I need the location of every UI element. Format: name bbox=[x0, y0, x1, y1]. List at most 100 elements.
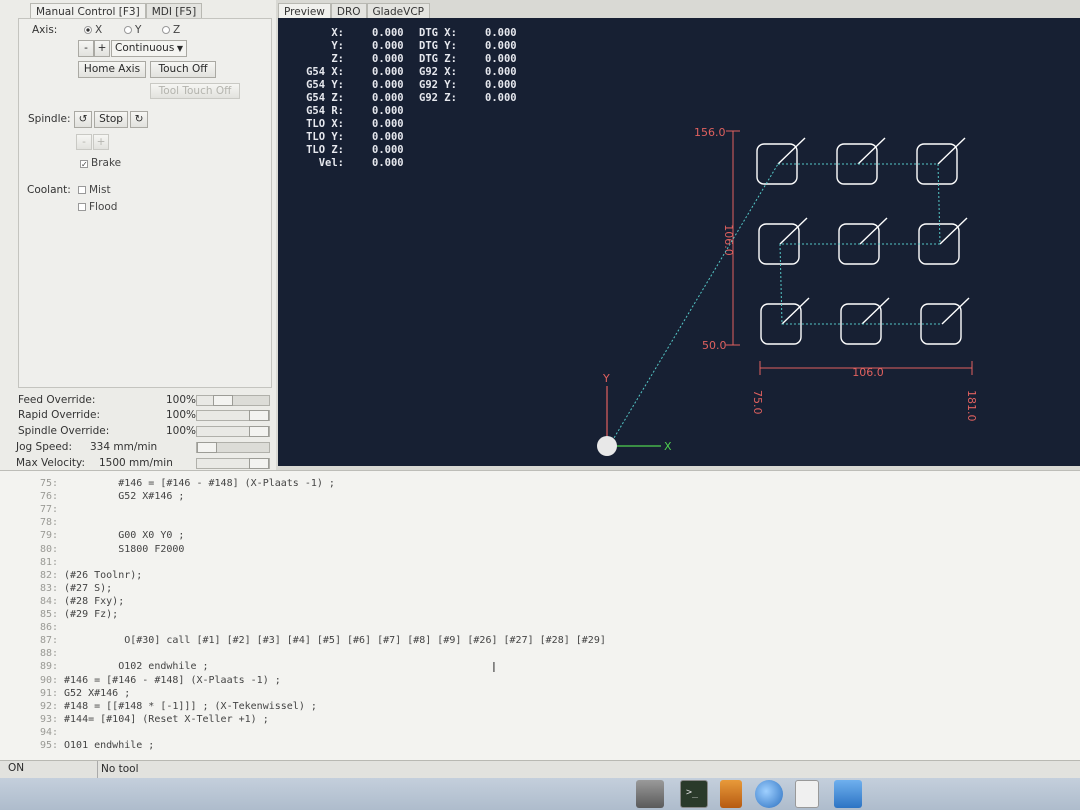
extent-x-min: 75.0 bbox=[751, 390, 764, 415]
spindle-forward-button[interactable]: ↻ bbox=[130, 111, 148, 128]
line-number: 91: bbox=[39, 687, 58, 699]
code-line: 82: (#26 Toolnr); bbox=[0, 569, 142, 582]
override-slider[interactable] bbox=[196, 426, 270, 437]
desktop-taskbar: >_ bbox=[0, 778, 1080, 810]
tool-position-marker bbox=[597, 436, 617, 456]
extent-y-max: 156.0 bbox=[694, 126, 726, 139]
gcode-editor[interactable]: 75: #146 = [#146 - #148] (X-Plaats -1) ;… bbox=[0, 470, 1080, 760]
line-text: (#28 Fxy); bbox=[58, 595, 125, 607]
axis-radio-z[interactable]: Z bbox=[162, 24, 180, 36]
line-number: 78: bbox=[39, 517, 58, 529]
line-number: 81: bbox=[39, 556, 58, 568]
toolpath-preview[interactable]: X: 0.000 Y: 0.000 Z: 0.000 G54 X: 0.000 G54 Y: 0.… bbox=[278, 18, 1080, 466]
code-line: 81: bbox=[0, 556, 58, 569]
line-number: 87: bbox=[39, 635, 58, 647]
pocket-toolpaths bbox=[756, 137, 970, 345]
override-value: 334 mm/min bbox=[90, 441, 158, 453]
line-number: 94: bbox=[39, 726, 58, 738]
line-text: O[#30] call [#1] [#2] [#3] [#4] [#5] [#6… bbox=[58, 635, 606, 647]
axis-radio-x[interactable]: X bbox=[84, 24, 102, 36]
spindle-reverse-button[interactable]: ↺ bbox=[74, 111, 92, 128]
line-number: 88: bbox=[39, 648, 58, 660]
override-slider[interactable] bbox=[196, 442, 270, 453]
axis-radio-y[interactable]: Y bbox=[124, 24, 141, 36]
rotate-cw-icon: ↻ bbox=[134, 113, 144, 125]
code-line: 75: #146 = [#146 - #148] (X-Plaats -1) ; bbox=[0, 477, 335, 490]
extent-x-size: 106.0 bbox=[852, 366, 884, 379]
spindle-stop-button[interactable]: Stop bbox=[94, 111, 128, 128]
line-number: 85: bbox=[39, 609, 58, 620]
slider-handle[interactable] bbox=[197, 442, 217, 453]
code-line: 78: bbox=[0, 516, 58, 529]
line-text: O101 endwhile ; bbox=[58, 740, 155, 751]
slider-handle[interactable] bbox=[249, 426, 269, 437]
override-label: Spindle Override: bbox=[18, 425, 110, 437]
browser-globe-icon[interactable] bbox=[755, 780, 783, 808]
line-text: G00 X0 Y0 ; bbox=[58, 530, 185, 542]
jog-plus-button[interactable]: + bbox=[94, 40, 110, 57]
code-line: 94: bbox=[0, 726, 58, 739]
line-text: #148 = [[#148 * [-1]]] ; (X-Tekenwissel)… bbox=[58, 700, 317, 712]
line-number: 92: bbox=[39, 700, 58, 712]
laptop-icon[interactable] bbox=[636, 780, 664, 808]
spindle-faster-button[interactable]: + bbox=[93, 134, 109, 150]
folder-icon[interactable] bbox=[834, 780, 862, 808]
home-axis-button[interactable]: Home Axis bbox=[78, 61, 146, 78]
line-text: O102 endwhile ; bbox=[58, 661, 209, 673]
text-cursor-icon: I bbox=[492, 661, 496, 676]
line-text: S1800 F2000 bbox=[58, 543, 185, 555]
line-text: (#29 Fz); bbox=[58, 609, 119, 620]
line-number: 82: bbox=[39, 569, 58, 581]
jog-mode-select[interactable]: Continuous ▼ bbox=[111, 40, 187, 57]
line-text: (#26 Toolnr); bbox=[58, 569, 143, 581]
line-text: (#27 S); bbox=[58, 582, 113, 594]
line-number: 89: bbox=[39, 661, 58, 673]
toolpath-canvas: 156.0 50.0 106.0 106.0 75.0 181.0 Y X bbox=[597, 126, 978, 456]
extent-y-min: 50.0 bbox=[702, 339, 727, 352]
override-label: Jog Speed: bbox=[16, 441, 72, 453]
code-line: 85: (#29 Fz); bbox=[0, 608, 118, 621]
terminal-icon[interactable]: >_ bbox=[680, 780, 708, 808]
file-search-icon[interactable] bbox=[795, 780, 819, 808]
dropdown-arrow-icon: ▼ bbox=[176, 44, 183, 53]
code-line: 77: bbox=[0, 503, 58, 516]
tool-touch-off-button[interactable]: Tool Touch Off bbox=[150, 83, 240, 99]
line-number: 80: bbox=[39, 543, 58, 555]
code-line: 89: O102 endwhile ; bbox=[0, 660, 209, 673]
archive-icon[interactable] bbox=[720, 780, 742, 808]
radio-selected-icon bbox=[84, 26, 92, 34]
radio-unselected-icon bbox=[124, 26, 132, 34]
code-line: 93: #144= [#104] (Reset X-Teller +1) ; bbox=[0, 713, 269, 726]
code-line: 90: #146 = [#146 - #148] (X-Plaats -1) ; bbox=[0, 674, 281, 687]
line-number: 79: bbox=[39, 530, 58, 542]
code-line: 83: (#27 S); bbox=[0, 582, 112, 595]
override-label: Feed Override: bbox=[18, 394, 96, 406]
extent-y-size: 106.0 bbox=[722, 224, 735, 256]
touch-off-button[interactable]: Touch Off bbox=[150, 61, 216, 78]
line-number: 90: bbox=[39, 674, 58, 686]
line-text: #146 = [#146 - #148] (X-Plaats -1) ; bbox=[58, 478, 335, 489]
code-line: 79: G00 X0 Y0 ; bbox=[0, 529, 185, 542]
line-number: 77: bbox=[39, 504, 58, 516]
origin-y-label: Y bbox=[602, 372, 610, 385]
code-line: 84: (#28 Fxy); bbox=[0, 595, 124, 608]
jog-minus-button[interactable]: - bbox=[78, 40, 94, 57]
slider-handle[interactable] bbox=[213, 395, 233, 406]
brake-checkbox[interactable]: ✓ Brake bbox=[80, 157, 121, 169]
override-slider[interactable] bbox=[196, 458, 270, 469]
line-number: 75: bbox=[39, 478, 58, 489]
tool-status: No tool bbox=[97, 761, 139, 778]
line-number: 95: bbox=[39, 740, 58, 751]
checkbox-unchecked-icon bbox=[78, 186, 86, 194]
override-slider[interactable] bbox=[196, 395, 270, 406]
override-slider[interactable] bbox=[196, 410, 270, 421]
slider-handle[interactable] bbox=[249, 410, 269, 421]
flood-checkbox[interactable]: Flood bbox=[78, 201, 117, 213]
mist-checkbox[interactable]: Mist bbox=[78, 184, 111, 196]
spindle-slower-button[interactable]: - bbox=[76, 134, 92, 150]
status-bar: ON No tool bbox=[0, 760, 1080, 778]
line-number: 86: bbox=[39, 622, 58, 634]
rapid-moves bbox=[607, 163, 942, 449]
override-label: Max Velocity: bbox=[16, 457, 86, 469]
slider-handle[interactable] bbox=[249, 458, 269, 469]
